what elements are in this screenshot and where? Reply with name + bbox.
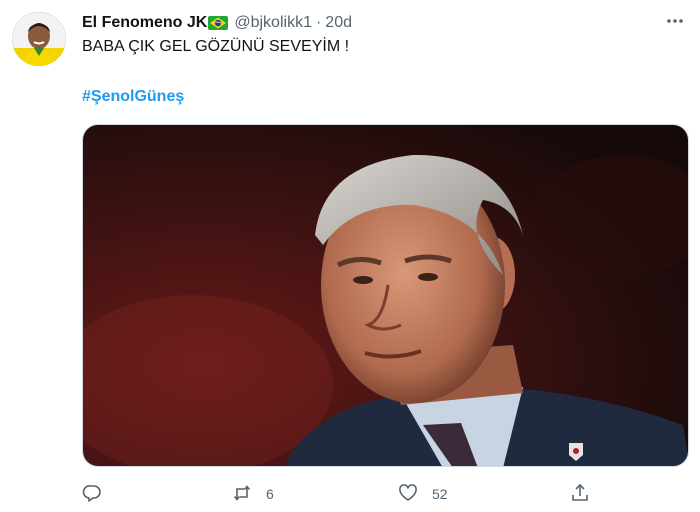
brazil-flag-icon [208, 16, 229, 30]
tweet-timestamp[interactable]: 20d [325, 14, 352, 32]
reply-button[interactable] [82, 480, 116, 508]
retweet-count: 6 [266, 486, 274, 502]
tweet-header: El Fenomeno JK @bjkolikk1 · 20d [82, 12, 688, 34]
more-options-icon[interactable] [662, 8, 688, 34]
share-icon [570, 483, 590, 506]
like-button[interactable]: 52 [398, 480, 448, 508]
retweet-icon [232, 483, 252, 506]
separator-dot: · [315, 14, 322, 31]
photo-image [83, 125, 688, 466]
share-button[interactable] [570, 480, 604, 508]
avatar[interactable] [12, 12, 66, 66]
author-name[interactable]: El Fenomeno JK [82, 14, 207, 32]
tweet[interactable]: El Fenomeno JK @bjkolikk1 · 20d BABA ÇIK… [0, 0, 700, 512]
reply-icon [82, 483, 102, 506]
tweet-photo[interactable] [82, 124, 689, 467]
heart-icon [398, 483, 418, 506]
hashtag-link[interactable]: #ŞenolGüneş [82, 88, 184, 106]
like-count: 52 [432, 486, 448, 502]
tweet-text: BABA ÇIK GEL GÖZÜNÜ SEVEYİM ! [82, 38, 350, 55]
retweet-button[interactable]: 6 [232, 480, 274, 508]
author-handle[interactable]: @bjkolikk1 [234, 14, 312, 32]
tweet-actions: 6 52 [82, 480, 602, 508]
